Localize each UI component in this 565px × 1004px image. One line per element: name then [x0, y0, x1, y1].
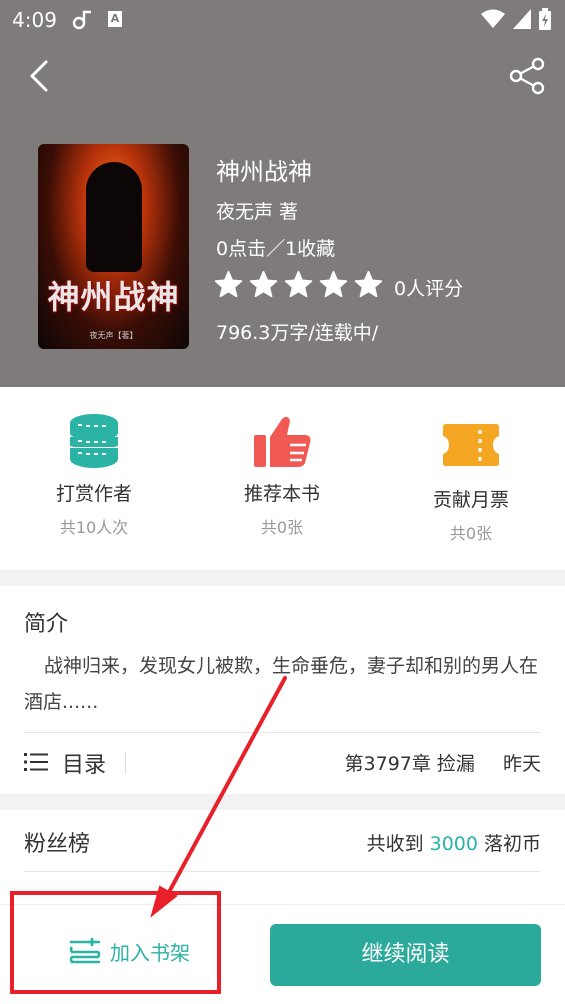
- back-button[interactable]: [22, 56, 56, 96]
- thumbs-up-icon: [254, 416, 311, 467]
- star-icon[interactable]: [214, 270, 243, 299]
- signal-icon: [513, 9, 531, 29]
- book-author: 夜无声 著: [216, 201, 299, 223]
- fans-ranking-section[interactable]: 粉丝榜 共收到 3000 落初币: [0, 810, 565, 904]
- continue-reading-button[interactable]: 继续阅读: [270, 924, 541, 986]
- recommend-book-button[interactable]: 推荐本书 共0张: [188, 387, 376, 570]
- rating-count: 0人评分: [394, 278, 464, 300]
- coins-icon: [69, 414, 119, 468]
- star-icon[interactable]: [284, 270, 313, 299]
- book-stats: 0点击／1收藏: [216, 238, 336, 260]
- monthly-ticket-button[interactable]: 贡献月票 共0张: [377, 387, 565, 570]
- fans-prefix: 共收到: [366, 833, 424, 855]
- cover-figure: [86, 162, 142, 272]
- action-count: 共10人次: [59, 518, 129, 537]
- share-icon: [509, 57, 545, 95]
- star-icon[interactable]: [319, 270, 348, 299]
- action-label: 推荐本书: [243, 483, 320, 505]
- intro-text[interactable]: 战神归来，发现女儿被欺，生命垂危，妻子却和别的男人在酒店......: [24, 648, 544, 720]
- intro-section: 简介 战神归来，发现女儿被欺，生命垂危，妻子却和别的男人在酒店...... 目录…: [0, 586, 565, 794]
- toc-label: 目录: [62, 753, 107, 778]
- notification-icon: [72, 8, 94, 37]
- annotation-highlight-box: [10, 891, 221, 994]
- latest-chapter-title: 第3797章 捡漏: [344, 753, 475, 775]
- star-icon[interactable]: [249, 270, 278, 299]
- book-header: 4:09 A 神州战神 夜无声【著】 神州战神 夜无声 著 0点击／1收藏 0人…: [0, 0, 565, 387]
- action-count: 共0张: [449, 524, 493, 543]
- fans-title: 粉丝榜: [24, 832, 91, 857]
- star-icon[interactable]: [354, 270, 383, 299]
- cover-author: 夜无声【著】: [89, 331, 138, 340]
- fans-suffix: 落初币: [483, 833, 541, 855]
- table-of-contents-row[interactable]: 目录 第3797章 捡漏 昨天: [0, 733, 565, 794]
- wifi-icon: [481, 9, 505, 28]
- book-title: 神州战神: [216, 158, 312, 186]
- back-arrow-icon: [30, 60, 48, 92]
- action-label: 打赏作者: [55, 483, 132, 505]
- action-row: 打赏作者 共10人次 推荐本书 共0张 贡献月票 共0张: [0, 387, 565, 570]
- status-time: 4:09: [12, 8, 57, 32]
- share-button[interactable]: [506, 56, 548, 96]
- battery-icon: [539, 8, 551, 30]
- latest-chapter-time: 昨天: [502, 753, 541, 775]
- divider: [24, 871, 541, 872]
- status-bar: 4:09 A: [0, 0, 565, 40]
- action-label: 贡献月票: [432, 489, 509, 511]
- action-count: 共0张: [260, 518, 304, 537]
- ticket-icon: [443, 424, 499, 466]
- book-cover[interactable]: 神州战神 夜无声【著】: [38, 144, 189, 349]
- cover-title: 神州战神: [47, 278, 180, 316]
- list-icon: [24, 753, 48, 771]
- intro-title: 简介: [24, 612, 69, 637]
- rating-stars[interactable]: [214, 270, 383, 299]
- book-meta: 796.3万字/连载中/: [216, 322, 379, 344]
- divider: [125, 752, 126, 774]
- latest-chapter[interactable]: 第3797章 捡漏 昨天: [345, 749, 541, 776]
- fans-amount: 3000: [429, 833, 478, 855]
- fans-total: 共收到 3000 落初币: [367, 829, 541, 856]
- a-badge-icon: A: [108, 11, 122, 27]
- tip-author-button[interactable]: 打赏作者 共10人次: [0, 387, 188, 570]
